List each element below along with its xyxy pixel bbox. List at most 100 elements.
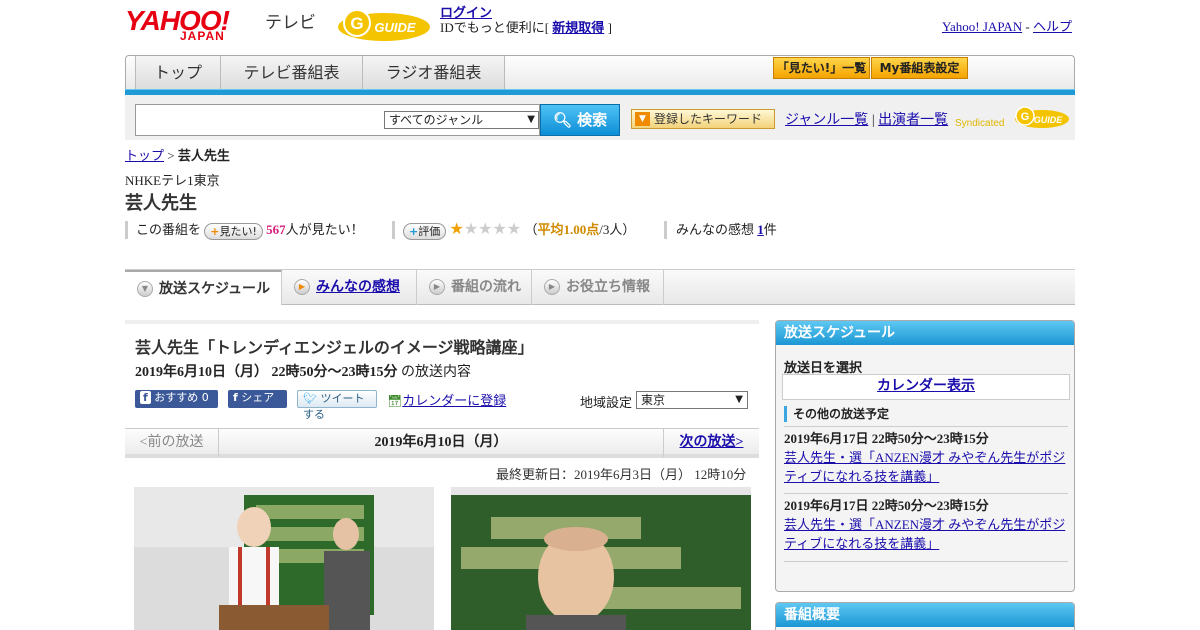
star-empty-icon: ★ [506,221,522,238]
chevron-right-icon: ▶ [544,279,560,295]
links-separator: | [871,113,875,128]
svg-text:G: G [1021,111,1030,123]
help-link[interactable]: ヘルプ [1033,19,1072,34]
mitai-prefix: この番組を [136,222,202,237]
schedule-title-link[interactable]: 芸人先生・選「ANZEN漫才 みやぞん先生がポジティブになれる技を講義」 [784,450,1065,484]
tab-impressions-label: みんなの感想 [316,279,400,295]
nav-tab-tv-schedule[interactable]: テレビ番組表 [221,56,363,90]
facebook-recommend-button[interactable]: f おすすめ 0 [135,390,218,408]
mitai-button[interactable]: +見たい! [204,222,263,240]
episode-box: 芸人先生「トレンディエンジェルのイメージ戦略講座」 2019年6月10日（月） … [125,320,759,421]
schedule-panel: 放送スケジュール 放送日を選択 カレンダー表示 その他の放送予定 2019年6月… [775,320,1075,592]
rating-badge-label: 評価 [418,224,441,238]
tab-flow[interactable]: ▶ 番組の流れ [417,270,532,305]
divider [392,221,395,239]
search-links: ジャンル一覧 | 出演者一覧 [785,109,948,129]
star-empty-icon: ★ [478,221,493,238]
calendar-register: 📅︎カレンダーに登録 [387,390,506,409]
schedule-title-link[interactable]: 芸人先生・選「ANZEN漫才 みやぞん先生がポジティブになれる技を講義」 [784,517,1065,551]
calendar-view-link[interactable]: カレンダー表示 [877,379,975,394]
rating-button[interactable]: +評価 [403,222,447,240]
genre-select[interactable]: すべてのジャンル ▼ [384,111,539,129]
divider [784,561,1068,562]
tab-info-label: お役立ち情報 [566,279,650,295]
impressions-stat: みんなの感想 1件 [676,219,777,241]
svg-text:GUIDE: GUIDE [374,20,416,35]
login-text-end: ] [607,20,612,35]
tweet-button[interactable]: 🐦︎ ツイートする [297,390,377,421]
impressions-prefix: みんなの感想 [676,222,755,237]
last-updated: 最終更新日：2019年6月3日（月） 12時10分 [496,467,747,482]
mitai-list-button[interactable]: 「見たい!」一覧 [773,57,870,79]
dropdown-arrow-icon: ▼ [527,114,535,125]
chevron-down-icon: ▼ [137,281,153,297]
mitai-stat: この番組を +見たい! 567人が見たい！ [136,219,364,241]
divider [784,493,1068,494]
facebook-icon: f [233,391,238,404]
login-text: IDでもっと便利に[ [440,20,550,35]
schedule-datetime: 2019年6月17日 22時50分～23時15分 [784,431,989,446]
episode-photo[interactable] [134,487,434,630]
registered-keyword-button[interactable]: ▼ 登録したキーワード [631,109,775,129]
svg-text:GUIDE: GUIDE [1034,115,1064,125]
breadcrumb: トップ > 芸人先生 [125,145,230,164]
other-broadcasts-label: その他の放送予定 [784,406,889,422]
tab-impressions[interactable]: ▶ みんなの感想 [282,270,417,305]
twitter-icon: 🐦︎ [303,392,317,405]
summary-panel-title: 番組概要 [776,603,1074,627]
login-link[interactable]: ログイン [440,5,492,20]
divider [664,221,667,239]
dropdown-arrow-icon: ▼ [735,394,743,405]
episode-datetime: 2019年6月10日（月） 22時50分～23時15分 [135,365,398,380]
star-filled-icon: ★ [449,221,464,238]
rating-stat: +評価 ★★★★★ （平均1.00点/3人） [403,219,635,241]
nav-tab-top[interactable]: トップ [135,56,221,90]
performer-list-link[interactable]: 出演者一覧 [878,113,948,128]
calendar-box: カレンダー表示 [782,374,1070,400]
search-button-label: 検索 [577,111,608,129]
rating-count: /3人） [599,222,636,237]
svg-text:G: G [350,14,363,33]
breadcrumb-separator: > [167,148,175,163]
login-block: ログイン IDでもっと便利に[ 新規取得 ] [440,5,612,35]
nav-tab-radio-schedule[interactable]: ラジオ番組表 [363,56,505,90]
chevron-right-icon: ▶ [429,279,445,295]
my-schedule-button[interactable]: My番組表設定 [871,57,968,79]
syndicated-gguide-logo: Syndicated G GUIDE [955,106,1069,129]
gguide-logo[interactable]: G GUIDE [335,7,433,43]
impressions-suffix: 件 [763,222,777,237]
list-item: 2019年6月17日 22時50分～23時15分 芸人先生・選「ANZEN漫才 … [784,496,1068,553]
search-button[interactable]: 🔍︎ 検索 [540,104,620,136]
tv-label: テレビ [265,13,316,33]
mitai-suffix: 人が見たい！ [285,222,364,237]
signup-link[interactable]: 新規取得 [552,20,604,35]
facebook-icon: f [140,391,151,404]
syndicated-label: Syndicated [955,118,1004,129]
summary-panel: 番組概要 [775,602,1075,630]
current-broadcast-date: 2019年6月10日（月） [374,435,508,450]
yahoo-japan-link[interactable]: Yahoo! JAPAN [942,19,1022,34]
page-title: 芸人先生 [125,193,197,214]
next-broadcast-link[interactable]: 次の放送> [680,435,744,450]
tab-schedule[interactable]: ▼ 放送スケジュール [125,270,282,305]
facebook-share-button[interactable]: f シェア [228,390,287,408]
program-stats: この番組を +見たい! 567人が見たい！ +評価 ★★★★★ （平均1.00点… [125,219,1075,241]
site-header: YAHOO! JAPAN テレビ G GUIDE ログイン IDでもっと便利に[… [125,5,1075,50]
help-separator: - [1025,19,1030,34]
breadcrumb-top-link[interactable]: トップ [125,148,164,163]
episode-photo[interactable] [451,487,751,630]
mitai-count: 567 [266,222,286,237]
rating-open: （ [524,222,538,237]
tab-info[interactable]: ▶ お役立ち情報 [532,270,664,305]
calendar-icon: 📅︎ [387,394,403,408]
schedule-panel-title: 放送スケジュール [776,321,1074,345]
rating-average: 平均1.00点 [537,222,600,237]
episode-time: 2019年6月10日（月） 22時50分～23時15分 の放送内容 [135,361,471,381]
schedule-datetime: 2019年6月17日 22時50分～23時15分 [784,498,989,513]
calendar-register-link[interactable]: カレンダーに登録 [402,393,506,408]
divider [784,426,1068,427]
prev-broadcast: <前の放送 [125,429,219,457]
region-select[interactable]: 東京 ▼ [636,391,748,409]
keyword-button-label: 登録したキーワード [654,112,763,126]
genre-list-link[interactable]: ジャンル一覧 [785,113,868,128]
